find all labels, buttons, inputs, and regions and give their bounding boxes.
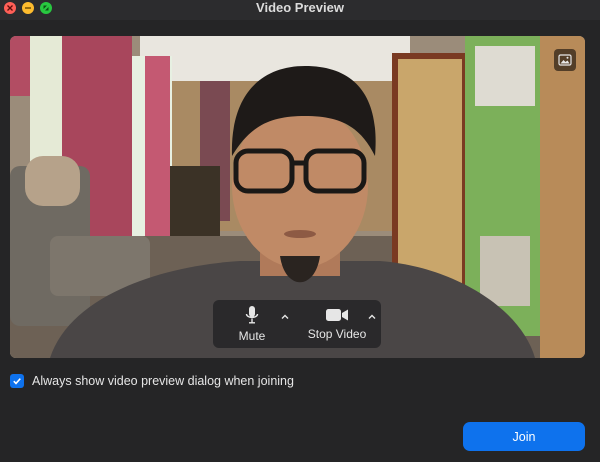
preview-controls: Mute Stop Video xyxy=(213,300,381,348)
checkmark-icon xyxy=(13,378,21,385)
stop-video-button[interactable]: Stop Video xyxy=(305,300,369,348)
mute-label: Mute xyxy=(238,329,266,343)
chevron-up-icon[interactable] xyxy=(367,312,377,322)
join-button[interactable]: Join xyxy=(463,422,585,451)
chevron-up-icon[interactable] xyxy=(280,312,290,322)
mute-button[interactable]: Mute xyxy=(221,300,283,348)
always-show-preview-option[interactable]: Always show video preview dialog when jo… xyxy=(10,373,294,389)
picture-icon xyxy=(558,54,572,66)
microphone-icon xyxy=(245,306,259,324)
window-title: Video Preview xyxy=(256,0,344,15)
always-show-preview-checkbox[interactable] xyxy=(10,374,24,388)
title-bar: Video Preview xyxy=(0,0,600,20)
stop-video-label: Stop Video xyxy=(307,327,367,341)
always-show-preview-label: Always show video preview dialog when jo… xyxy=(32,374,294,388)
video-camera-icon xyxy=(326,309,348,321)
background-effects-button[interactable] xyxy=(554,49,576,71)
